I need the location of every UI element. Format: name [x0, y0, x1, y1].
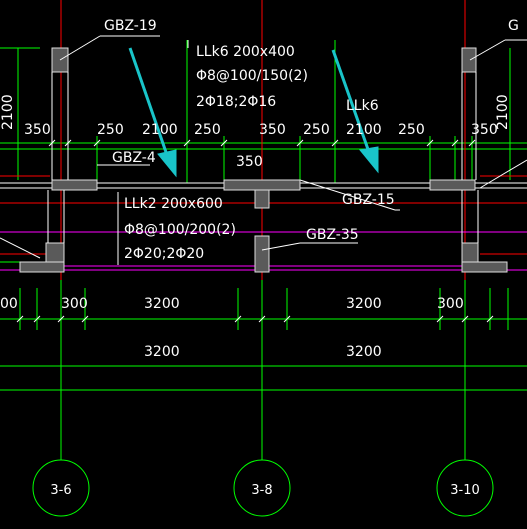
label-gbz19: GBZ-19 — [104, 18, 157, 34]
dim-300-edge: 00 — [0, 296, 18, 312]
dim-2100-2: 2100 — [346, 122, 382, 138]
wall-right-horizontal — [429, 179, 476, 191]
cad-drawing-canvas[interactable]: GBZ-19 LLk6 200x400 Φ8@100/150(2) 2Φ18;2… — [0, 0, 527, 529]
dim-300-a: 300 — [61, 296, 88, 312]
column-right-top — [461, 47, 477, 73]
label-gbz4: GBZ-4 — [112, 150, 156, 166]
label-gbz35: GBZ-35 — [306, 227, 359, 243]
green-grid-lines — [0, 40, 527, 517]
dim-300-b: 300 — [437, 296, 464, 312]
axis-label-3-10: 3-10 — [450, 483, 480, 498]
wall-middle-horizontal — [223, 179, 301, 191]
label-gbz15: GBZ-15 — [342, 192, 395, 208]
wall-left-horizontal — [51, 179, 98, 191]
dim-350-mid: 350 — [259, 122, 286, 138]
dim-350-right: 350 — [471, 122, 498, 138]
arrow-left-shaft — [128, 47, 170, 159]
label-llk6-short: LLk6 — [346, 98, 379, 114]
dim-250-4: 250 — [398, 122, 425, 138]
label-llk2-rebar: 2Φ20;2Φ20 — [124, 246, 204, 262]
floor-plan-drawing: GBZ-19 LLk6 200x400 Φ8@100/150(2) 2Φ18;2… — [0, 0, 527, 517]
axis-label-3-6: 3-6 — [50, 483, 71, 498]
label-llk6-title: LLk6 200x400 — [196, 44, 295, 60]
label-llk2-stirrup: Φ8@100/200(2) — [124, 222, 236, 238]
arrow-left-head — [157, 149, 177, 178]
column-middle-stem — [254, 189, 270, 209]
dim-2100-vertical-left: 2100 — [0, 94, 16, 130]
dim-3200-b: 3200 — [346, 296, 382, 312]
dim-2100-1: 2100 — [142, 122, 178, 138]
dim-250-1: 250 — [97, 122, 124, 138]
dim-3200-total-b: 3200 — [346, 344, 382, 360]
dim-3200-total-a: 3200 — [144, 344, 180, 360]
label-llk6-rebar: 2Φ18;2Φ16 — [196, 94, 276, 110]
dim-3200-a: 3200 — [144, 296, 180, 312]
dim-350-left: 350 — [24, 122, 51, 138]
label-gbz-right: G — [508, 18, 519, 34]
label-llk6-stirrup: Φ8@100/150(2) — [196, 68, 308, 84]
wall-lower-right-horizontal — [461, 261, 508, 273]
dim-250-2: 250 — [194, 122, 221, 138]
arrow-right-head — [359, 146, 379, 174]
dim-2100-vertical-right: 2100 — [495, 94, 511, 130]
label-llk2-title: LLk2 200x600 — [124, 196, 223, 212]
axis-label-3-8: 3-8 — [251, 483, 272, 498]
dim-250-3: 250 — [303, 122, 330, 138]
wall-lower-left-horizontal — [19, 261, 65, 273]
column-gbz35 — [254, 235, 270, 273]
dim-350-center: 350 — [236, 154, 263, 170]
